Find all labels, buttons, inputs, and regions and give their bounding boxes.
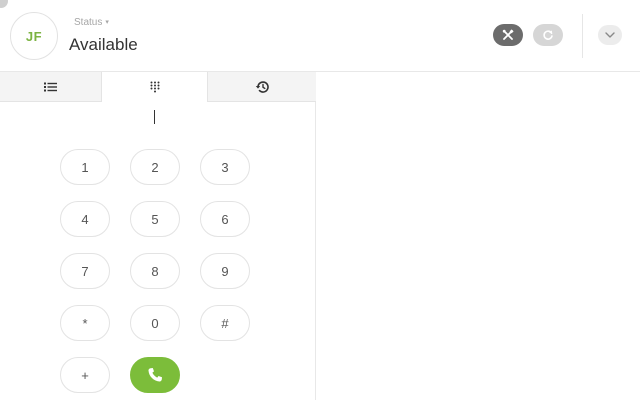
refresh-icon [543,30,553,40]
keypad-key-7[interactable]: 7 [60,253,110,289]
history-icon [255,80,269,93]
call-button[interactable] [130,357,180,393]
dialer-panel: 1 2 3 4 5 6 7 8 9 * 0 # + [0,72,316,400]
tab-keypad[interactable] [102,72,208,102]
keypad-key-6[interactable]: 6 [200,201,250,237]
keypad-key-star[interactable]: * [60,305,110,341]
header: JF Status ▾ Available [0,0,640,72]
status-caption[interactable]: Status ▾ [74,17,109,28]
avatar[interactable]: JF [10,12,58,60]
keypad-key-0[interactable]: 0 [130,305,180,341]
keypad-key-4[interactable]: 4 [60,201,110,237]
keypad-key-1[interactable]: 1 [60,149,110,185]
detail-panel [317,72,640,400]
refresh-button[interactable] [533,24,563,46]
keypad-key-9[interactable]: 9 [200,253,250,289]
text-cursor [154,110,155,124]
dialer-tabs [0,72,316,102]
keypad-key-2[interactable]: 2 [130,149,180,185]
keypad-key-3[interactable]: 3 [200,149,250,185]
tab-history[interactable] [208,72,316,102]
status-value[interactable]: Available [69,35,138,55]
keypad-icon [150,81,159,93]
tools-button[interactable] [493,24,523,46]
avatar-initials: JF [25,28,43,44]
dial-number-input[interactable] [40,106,270,128]
tab-contacts[interactable] [0,72,102,102]
keypad-key-8[interactable]: 8 [130,253,180,289]
header-divider [582,14,583,58]
chevron-down-icon [605,32,615,38]
keypad-key-5[interactable]: 5 [130,201,180,237]
status-caption-label: Status [74,17,103,28]
list-icon [44,82,57,91]
expand-button[interactable] [598,25,622,45]
phone-icon [148,368,162,382]
keypad-key-hash[interactable]: # [200,305,250,341]
status-caret-icon: ▾ [105,19,109,26]
keypad-key-plus[interactable]: + [60,357,110,393]
tools-icon [502,29,514,40]
